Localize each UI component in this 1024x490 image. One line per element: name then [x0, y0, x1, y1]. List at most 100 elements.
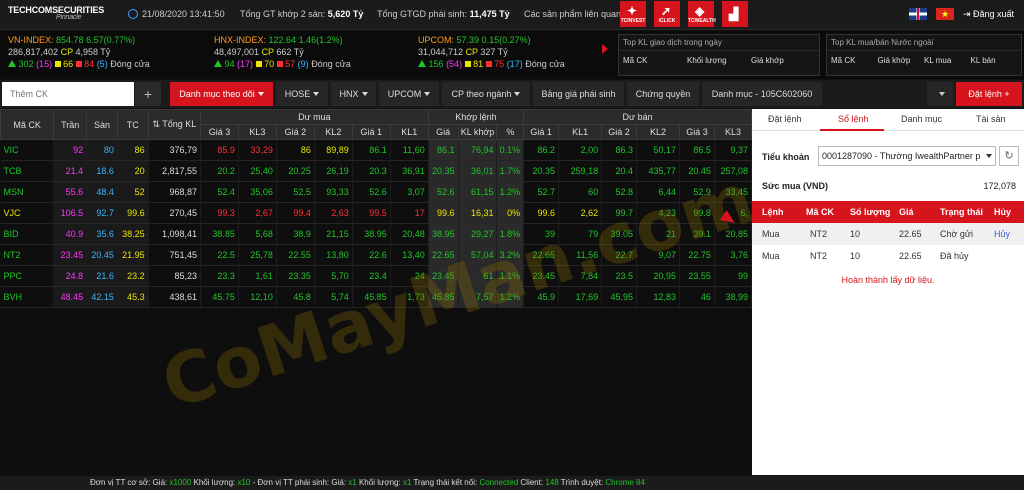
tab-portfolio-panel[interactable]: Danh mục [901, 114, 942, 124]
price-cell: 57,04 [458, 244, 498, 266]
tcwealth-tile[interactable]: ◈ TCWEALTH [688, 1, 716, 27]
price-cell: 21 [636, 223, 681, 245]
price-cell: 0% [496, 202, 525, 224]
price-cell: 7,57 [458, 286, 498, 308]
vietnam-flag-icon[interactable]: ★ [936, 8, 954, 20]
price-cell: 24.8 [53, 265, 88, 287]
price-cell: 99.5 [352, 202, 391, 224]
col-sub-header: KL2 [313, 124, 353, 140]
top-header: TECHCOMSECURITIES Pinnacle 21/08/2020 13… [0, 0, 1024, 30]
price-cell: 76,94 [458, 139, 498, 161]
price-cell: 55.6 [53, 181, 88, 203]
price-cell: 99 [714, 265, 753, 287]
price-cell: 20 [117, 160, 149, 182]
price-cell: 45.85 [428, 286, 459, 308]
up-arrow-icon [8, 60, 16, 67]
add-symbol-button[interactable]: + [135, 82, 161, 106]
price-cell: 38.95 [428, 223, 459, 245]
price-cell: 52 [117, 181, 149, 203]
table-row[interactable]: MSN 55.6 48.4 52 968,87 52.4 35,06 52.5 93,33 52.… [0, 181, 753, 203]
tab-warrants[interactable]: Chứng quyền [627, 82, 699, 106]
price-cell: 12,83 [636, 286, 681, 308]
price-cell: 11,60 [390, 139, 429, 161]
add-symbol-input[interactable] [2, 82, 134, 106]
logout-button[interactable]: ⇥ Đăng xuất [963, 9, 1014, 20]
iclick-tile[interactable]: ➚ iCLICK [654, 1, 680, 27]
cancel-order-link[interactable]: Hủy [994, 229, 1010, 239]
tcinvest-tile[interactable]: ✦ TCINVEST [620, 1, 646, 27]
index-hnxindex[interactable]: HNX-INDEX: 122.64 1.46(1.2%) 48,497,001 … [210, 31, 406, 79]
price-cell: 3,07 [390, 181, 429, 203]
price-cell: 45.8 [276, 286, 315, 308]
account-select[interactable]: 0001287090 - Thường IwealthPartner p [818, 146, 996, 166]
col-sub-header: KL khớp [457, 124, 498, 140]
refresh-button[interactable]: ↻ [999, 146, 1019, 166]
price-cell: 2,817,55 [148, 160, 201, 182]
tab-hnx[interactable]: HNX [331, 82, 376, 106]
next-index-arrow-icon[interactable] [602, 44, 608, 54]
col-sub-header: Giá 1 [523, 124, 560, 140]
tab-portfolio[interactable]: Danh mục - 105C602060 [702, 82, 822, 106]
symbol-cell: PPC [0, 265, 55, 287]
price-cell: 99.3 [200, 202, 239, 224]
status-message: Hoàn thành lấy dữ liệu. [841, 275, 935, 285]
price-cell: 2,00 [558, 139, 603, 161]
price-cell: 23.55 [679, 265, 715, 287]
price-cell: 52.6 [428, 181, 459, 203]
price-cell: 86.2 [523, 139, 560, 161]
col-sub-header: Giá 3 [679, 124, 715, 140]
table-row[interactable]: BVH 48.45 42.15 45.3 438,61 45.75 12,10 45.8 5,7… [0, 286, 753, 308]
price-cell: 86.3 [601, 139, 637, 161]
price-cell: 23.45 [428, 265, 459, 287]
price-cell: 751,45 [148, 244, 201, 266]
price-cell: 92.7 [86, 202, 118, 224]
tab-place-order[interactable]: Đặt lệnh [768, 114, 802, 124]
up-arrow-icon [214, 60, 222, 67]
table-row[interactable]: BID 40.9 35.6 38.25 1,098,41 38.85 5,68 38.9 21,… [0, 223, 753, 245]
order-row[interactable]: Mua NT2 10 22.65 Chờ gửi Hủy [752, 223, 1024, 245]
table-row[interactable]: VIC 92 80 86 376,79 85.9 33,29 86 89,89 86.1 11,60… [0, 139, 753, 161]
order-table-header: Lệnh Mã CK Số lượng Giá Trạng thái Hủy [752, 201, 1024, 223]
table-row[interactable]: TCB 21.4 18.6 20 2,817,55 20.2 25,40 20.25 26,19… [0, 160, 753, 182]
price-cell: 3,76 [714, 244, 753, 266]
col-sub-header: Giá 2 [275, 124, 315, 140]
logout-icon: ⇥ [962, 9, 971, 19]
symbol-cell: TCB [0, 160, 55, 182]
price-cell: 99.6 [428, 202, 459, 224]
price-cell: 1.2% [496, 286, 525, 308]
index-vnindex[interactable]: VN-INDEX: 854.78 6.57(0.77%) 286,817,402… [4, 31, 200, 79]
col-sub-header: Giá [427, 124, 459, 140]
tab-assets[interactable]: Tài sản [976, 114, 1006, 124]
price-cell: 86.5 [679, 139, 715, 161]
place-order-button[interactable]: Đặt lệnh + [956, 82, 1022, 106]
price-cell: 1.8% [496, 223, 525, 245]
tab-sector[interactable]: CP theo ngành [442, 82, 530, 106]
tab-upcom[interactable]: UPCOM [379, 82, 439, 106]
index-upcom[interactable]: UPCOM: 57.39 0.15(0.27%) 31,044,712 CP 3… [414, 31, 600, 79]
price-cell: 6,44 [636, 181, 681, 203]
chart-tile[interactable]: ▟ [722, 1, 748, 27]
price-cell: 99.6 [117, 202, 149, 224]
table-row[interactable]: PPC 24.8 21.6 23.2 85,23 23.3 1,61 23.35 5,70 23.… [0, 265, 753, 287]
tab-watchlist[interactable]: Danh mục theo dõi [170, 82, 273, 106]
price-cell: 2,62 [558, 202, 603, 224]
english-flag-icon[interactable] [909, 8, 928, 20]
table-row[interactable]: VJC 106.5 92.7 99.6 270,45 99.3 2,67 99.4 2,63 99… [0, 202, 753, 224]
price-cell: 86 [117, 139, 149, 161]
logo[interactable]: TECHCOMSECURITIES Pinnacle [8, 5, 108, 27]
order-row[interactable]: Mua NT2 10 22.65 Đã hủy [752, 245, 1024, 267]
price-cell: 99.4 [276, 202, 315, 224]
col-sub-header: Giá 1 [351, 124, 391, 140]
tab-order-book[interactable]: Sổ lệnh [838, 114, 869, 124]
tab-derivatives[interactable]: Bảng giá phái sinh [533, 82, 624, 106]
price-cell: 20.45 [86, 244, 118, 266]
col-symbol: Mã CK [0, 109, 55, 140]
price-cell: 35.6 [86, 223, 118, 245]
col-total-volume[interactable]: ⇅ Tổng KL [147, 109, 201, 140]
table-row[interactable]: NT2 23.45 20.45 21.95 751,45 22.5 25,78 22.55 13… [0, 244, 753, 266]
price-cell: 85.9 [200, 139, 239, 161]
price-cell: 52.7 [523, 181, 560, 203]
collapse-button[interactable] [927, 82, 953, 106]
price-cell: 26,19 [314, 160, 353, 182]
tab-hose[interactable]: HOSE [276, 82, 328, 106]
